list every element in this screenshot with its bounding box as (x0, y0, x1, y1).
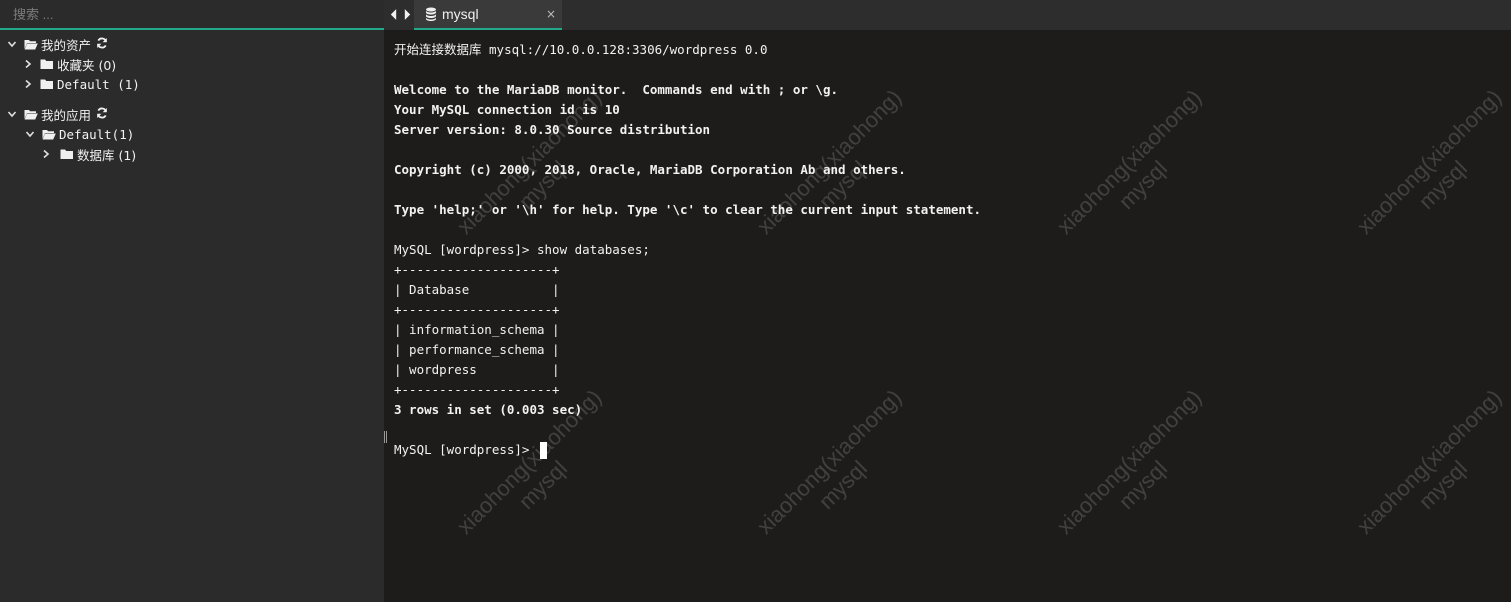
text-cursor (540, 442, 547, 459)
caret-right-icon[interactable] (401, 6, 413, 22)
tree-node-my-apps[interactable]: 我的应用 (0, 104, 384, 124)
chevron-right-icon[interactable] (40, 148, 52, 160)
tree-label: 我的资产 (41, 37, 92, 53)
tree-node-database[interactable]: 数据库 (1) (0, 144, 384, 164)
watermark: xiaohong(xiaohong) mysql (1351, 84, 1507, 239)
tab-bar: mysql × (384, 0, 1511, 30)
tree-label: 我的应用 (41, 107, 92, 123)
chevron-down-icon[interactable] (24, 128, 36, 140)
terminal-line: | information_schema | (394, 322, 560, 337)
asset-tree: 我的资产 收藏夹 (0) Default (1) 我的应用 Default(1)… (0, 34, 384, 164)
folder-open-icon (24, 38, 39, 50)
terminal-prompt-line[interactable]: MySQL [wordpress]> (394, 440, 981, 460)
chevron-right-icon[interactable] (22, 58, 34, 70)
chevron-right-icon[interactable] (22, 78, 34, 90)
refresh-icon[interactable] (96, 107, 110, 121)
chevron-down-icon[interactable] (6, 38, 18, 50)
folder-icon (40, 58, 55, 70)
folder-icon (40, 78, 55, 90)
terminal-line: | wordpress | (394, 362, 560, 377)
tree-node-my-assets[interactable]: 我的资产 (0, 34, 384, 54)
terminal-line: Server version: 8.0.30 Source distributi… (394, 122, 711, 137)
terminal-line: Type 'help;' or '\h' for help. Type '\c'… (394, 202, 981, 217)
tree-node-default-assets[interactable]: Default (1) (0, 74, 384, 94)
terminal-line: Your MySQL connection id is 10 (394, 102, 620, 117)
terminal-output: 开始连接数据库 mysql://10.0.0.128:3306/wordpres… (394, 40, 981, 460)
terminal[interactable]: 开始连接数据库 mysql://10.0.0.128:3306/wordpres… (384, 30, 1511, 602)
tab-nav (387, 6, 413, 22)
caret-left-icon[interactable] (387, 6, 399, 22)
terminal-line: Copyright (c) 2000, 2018, Oracle, MariaD… (394, 162, 906, 177)
chevron-down-icon[interactable] (6, 108, 18, 120)
tab-label: mysql (442, 6, 479, 22)
search-bar (0, 0, 384, 30)
tree-label: 收藏夹 (0) (57, 57, 117, 73)
terminal-line: +--------------------+ (394, 262, 560, 277)
tree-label: Default (1) (57, 76, 140, 92)
search-input[interactable] (0, 6, 384, 22)
terminal-line: | performance_schema | (394, 342, 560, 357)
sidebar: 我的资产 收藏夹 (0) Default (1) (0, 0, 384, 602)
tree-node-default-apps[interactable]: Default(1) (0, 124, 384, 144)
refresh-icon[interactable] (96, 37, 110, 51)
database-icon (425, 7, 439, 21)
terminal-prompt: MySQL [wordpress]> (394, 442, 537, 457)
watermark: xiaohong(xiaohong) mysql (1051, 384, 1207, 539)
terminal-line: Welcome to the MariaDB monitor. Commands… (394, 82, 839, 97)
close-icon[interactable]: × (546, 7, 556, 21)
folder-open-icon (42, 128, 57, 140)
tree-label: 数据库 (1) (77, 147, 137, 163)
terminal-line: 3 rows in set (0.003 sec) (394, 402, 583, 417)
tree-node-favorites[interactable]: 收藏夹 (0) (0, 54, 384, 74)
terminal-line: 开始连接数据库 mysql://10.0.0.128:3306/wordpres… (394, 42, 768, 57)
tab-mysql[interactable]: mysql × (414, 0, 562, 30)
watermark: xiaohong(xiaohong) mysql (1051, 84, 1207, 239)
folder-open-icon (24, 108, 39, 120)
terminal-line: +--------------------+ (394, 302, 560, 317)
tree-label: Default(1) (59, 126, 135, 142)
terminal-line: +--------------------+ (394, 382, 560, 397)
terminal-line: | Database | (394, 282, 560, 297)
resize-handle[interactable] (384, 428, 388, 443)
folder-icon (60, 148, 75, 160)
terminal-line: MySQL [wordpress]> show databases; (394, 242, 650, 257)
watermark: xiaohong(xiaohong) mysql (1351, 384, 1507, 539)
